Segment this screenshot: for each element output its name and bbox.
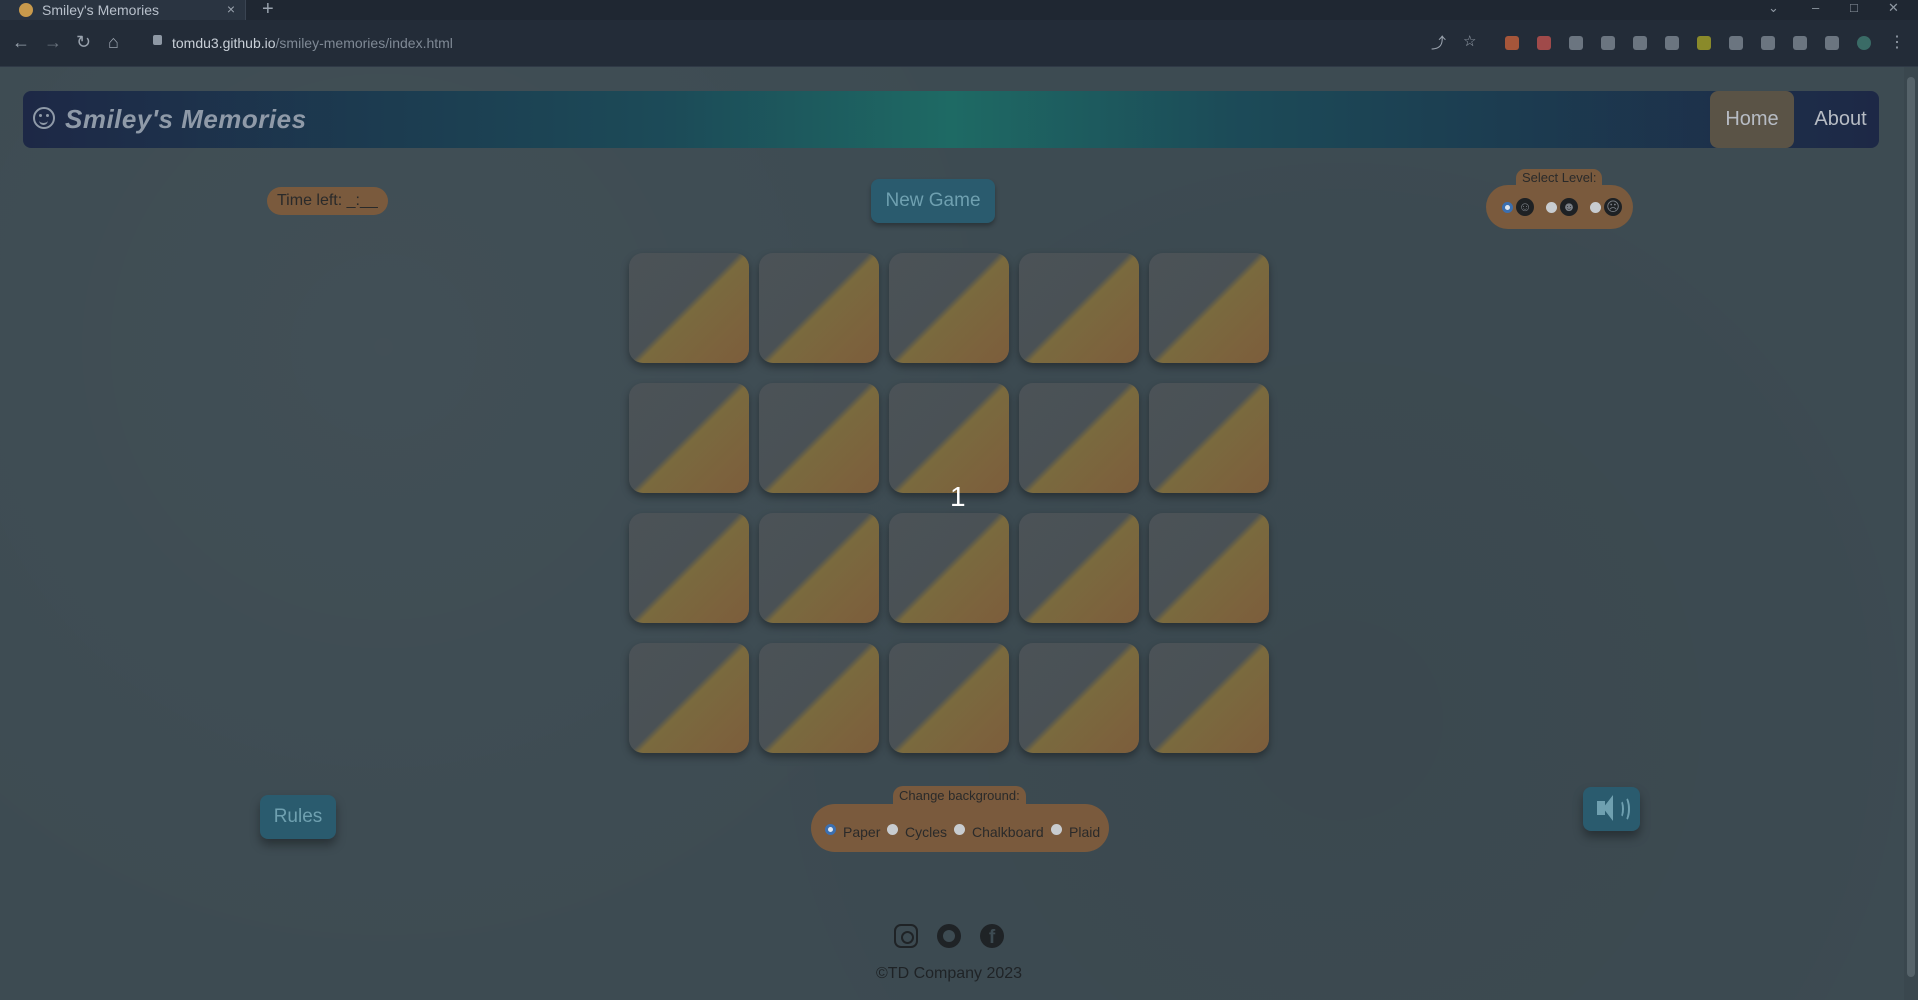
url-text: tomdu3.github.io/smiley-memories/index.h… [172,35,453,51]
share-icon[interactable]: ⤴ [1431,32,1446,53]
memory-card[interactable] [889,383,1009,493]
extension-icon[interactable] [1665,36,1679,50]
extension-icon[interactable] [1505,36,1519,50]
profile-avatar[interactable] [1857,36,1871,50]
reload-icon[interactable]: ↻ [76,32,91,53]
memory-card[interactable] [1019,253,1139,363]
level-options: ☺ ☻ ☹ [1486,185,1633,229]
tab-search-icon[interactable]: ⌄ [1768,0,1779,16]
minimize-icon[interactable]: – [1812,0,1819,15]
time-left-display: Time left: _:__ [267,187,388,215]
puzzle-icon[interactable] [1793,36,1807,50]
close-tab-icon[interactable]: × [227,1,235,17]
memory-card[interactable] [1149,383,1269,493]
background-selector: Change background: Paper Cycles Chalkboa… [811,786,1109,854]
bg-option-plaid[interactable]: Plaid [1069,824,1100,840]
address-bar[interactable]: tomdu3.github.io/smiley-memories/index.h… [138,28,1778,58]
countdown-number: 1 [950,481,966,512]
bg-option-cycles[interactable]: Cycles [905,824,947,840]
bg-radio-chalkboard[interactable] [954,824,965,835]
rules-button[interactable]: Rules [260,795,336,839]
instagram-icon[interactable] [894,924,918,948]
bg-radio-paper[interactable] [825,824,836,835]
memory-card[interactable] [1149,643,1269,753]
extension-icon[interactable] [1761,36,1775,50]
memory-card[interactable] [889,643,1009,753]
bg-radio-plaid[interactable] [1051,824,1062,835]
memory-card[interactable] [1149,513,1269,623]
memory-card[interactable] [629,383,749,493]
memory-card[interactable] [889,513,1009,623]
browser-tab-bar: Smiley's Memories × + ⌄ – □ ✕ [0,0,1918,20]
window-close-icon[interactable]: ✕ [1888,0,1899,16]
memory-card[interactable] [1019,513,1139,623]
extension-icon[interactable] [1537,36,1551,50]
sound-toggle-button[interactable] [1583,787,1640,831]
memory-card[interactable] [889,253,1009,363]
level-selector: Select Level: ☺ ☻ ☹ [1486,169,1633,231]
background-label: Change background: [893,786,1026,806]
new-tab-button[interactable]: + [262,0,274,21]
extension-icon[interactable] [1601,36,1615,50]
level-radio-1[interactable] [1502,202,1513,213]
neutral-face-icon: ☺ [1516,198,1534,216]
extension-icon[interactable] [1633,36,1647,50]
new-game-button[interactable]: New Game [871,179,995,223]
nav-home[interactable]: Home [1710,91,1794,148]
site-header: Smiley's Memories Home About [23,91,1879,148]
back-icon[interactable]: ← [12,32,30,53]
scrollbar[interactable] [1904,67,1918,1000]
background-options: Paper Cycles Chalkboard Plaid [811,804,1109,852]
bg-radio-cycles[interactable] [887,824,898,835]
memory-card[interactable] [1149,253,1269,363]
memory-card[interactable] [629,253,749,363]
memory-card[interactable] [759,383,879,493]
extension-icon[interactable] [1697,36,1711,50]
github-icon[interactable] [937,924,961,948]
favicon-icon [19,3,33,17]
smile-face-icon: ☻ [1560,198,1578,216]
bg-option-paper[interactable]: Paper [843,824,880,840]
level-radio-2[interactable] [1546,202,1557,213]
lock-icon [153,35,162,45]
side-panel-icon[interactable] [1825,36,1839,50]
browser-tab[interactable]: Smiley's Memories × [0,0,246,20]
memory-card[interactable] [629,643,749,753]
extension-icon[interactable] [1729,36,1743,50]
site-brand[interactable]: Smiley's Memories [65,104,307,135]
volume-icon [1597,795,1613,821]
sad-face-icon: ☹ [1604,198,1622,216]
smiley-logo-icon [33,107,55,129]
memory-card[interactable] [759,643,879,753]
browser-toolbar: ← → ↻ ⌂ tomdu3.github.io/smiley-memories… [0,20,1918,67]
memory-card[interactable] [759,513,879,623]
memory-card[interactable] [1019,643,1139,753]
page-body: Smiley's Memories Home About Time left: … [0,67,1918,1000]
memory-card[interactable] [629,513,749,623]
maximize-icon[interactable]: □ [1850,0,1858,15]
memory-card[interactable] [1019,383,1139,493]
menu-dots-icon[interactable]: ⋮ [1889,32,1905,52]
extension-icon[interactable] [1569,36,1583,50]
volume-wave-icon [1619,796,1630,822]
facebook-icon[interactable]: f [980,924,1004,948]
forward-icon[interactable]: → [44,32,62,53]
scrollbar-thumb[interactable] [1907,77,1915,977]
home-icon[interactable]: ⌂ [108,32,119,53]
tab-title: Smiley's Memories [42,2,160,18]
copyright: ©TD Company 2023 [876,965,1023,982]
nav-about[interactable]: About [1802,91,1879,148]
memory-card[interactable] [759,253,879,363]
bookmark-star-icon[interactable]: ☆ [1463,32,1476,50]
level-radio-3[interactable] [1590,202,1601,213]
bg-option-chalkboard[interactable]: Chalkboard [972,824,1044,840]
